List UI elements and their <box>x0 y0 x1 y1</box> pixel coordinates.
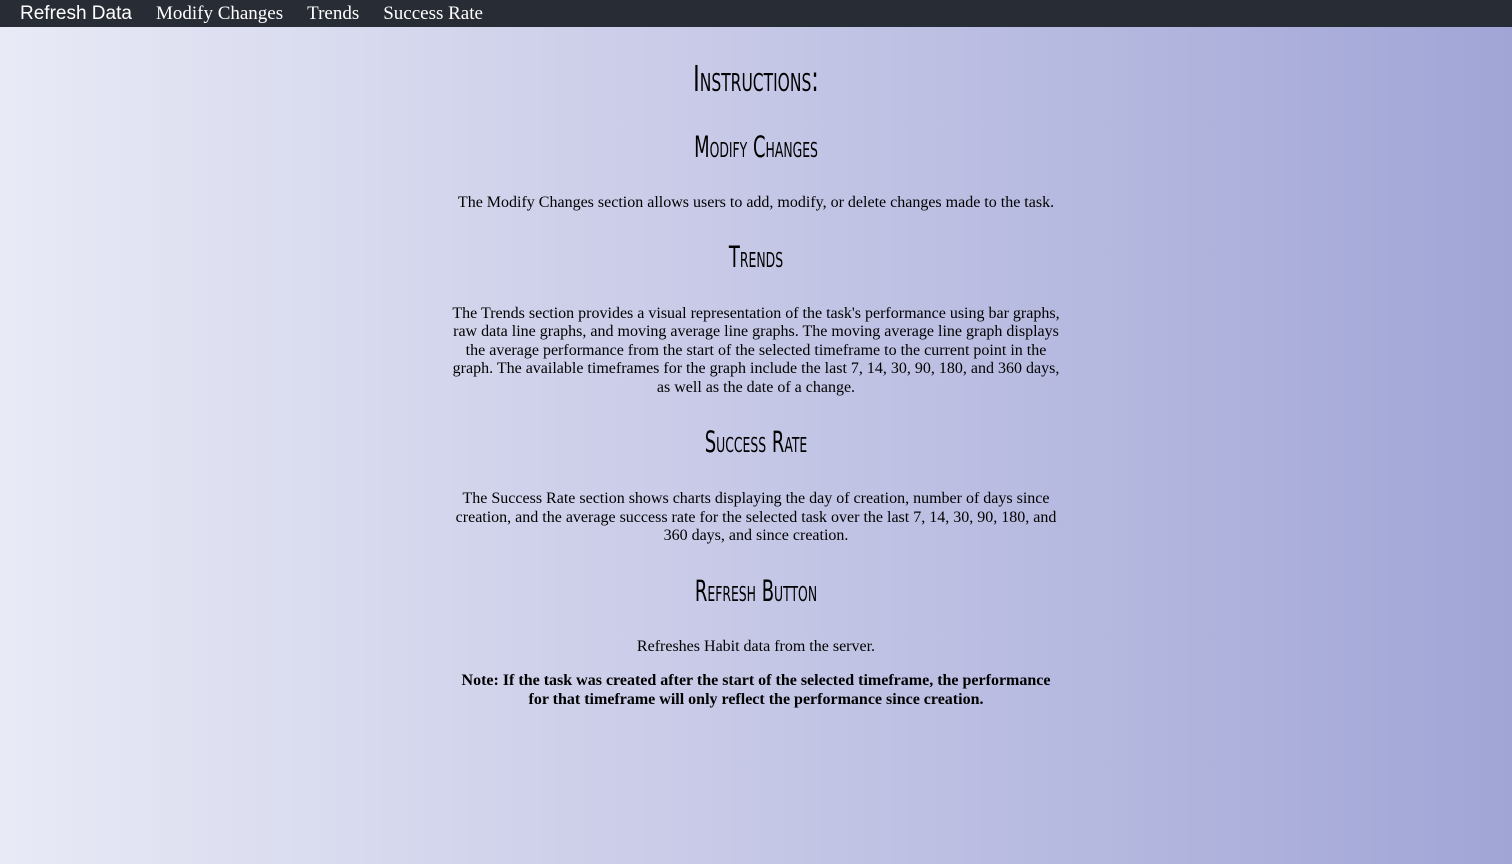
modify-changes-description: The Modify Changes section allows users … <box>457 194 1055 211</box>
modify-changes-heading: Modify Changes <box>694 130 818 164</box>
refresh-data-button[interactable]: Refresh Data <box>20 2 132 26</box>
instructions-panel: Instructions: Modify Changes The Modify … <box>0 27 1512 709</box>
trends-description: The Trends section provides a visual rep… <box>452 304 1060 396</box>
nav-link-success-rate[interactable]: Success Rate <box>383 2 483 26</box>
nav-link-trends[interactable]: Trends <box>307 2 359 26</box>
page-title: Instructions: <box>693 59 819 100</box>
success-rate-description: The Success Rate section shows charts di… <box>455 490 1057 544</box>
top-navbar: Refresh Data Modify Changes Trends Succe… <box>0 0 1512 27</box>
timeframe-note: Note: If the task was created after the … <box>461 672 1051 708</box>
success-rate-heading: Success Rate <box>704 425 808 459</box>
nav-link-modify-changes[interactable]: Modify Changes <box>156 2 283 26</box>
refresh-button-heading: Refresh Button <box>694 573 818 608</box>
refresh-button-description: Refreshes Habit data from the server. <box>636 637 876 655</box>
trends-heading: Trends <box>728 239 784 274</box>
